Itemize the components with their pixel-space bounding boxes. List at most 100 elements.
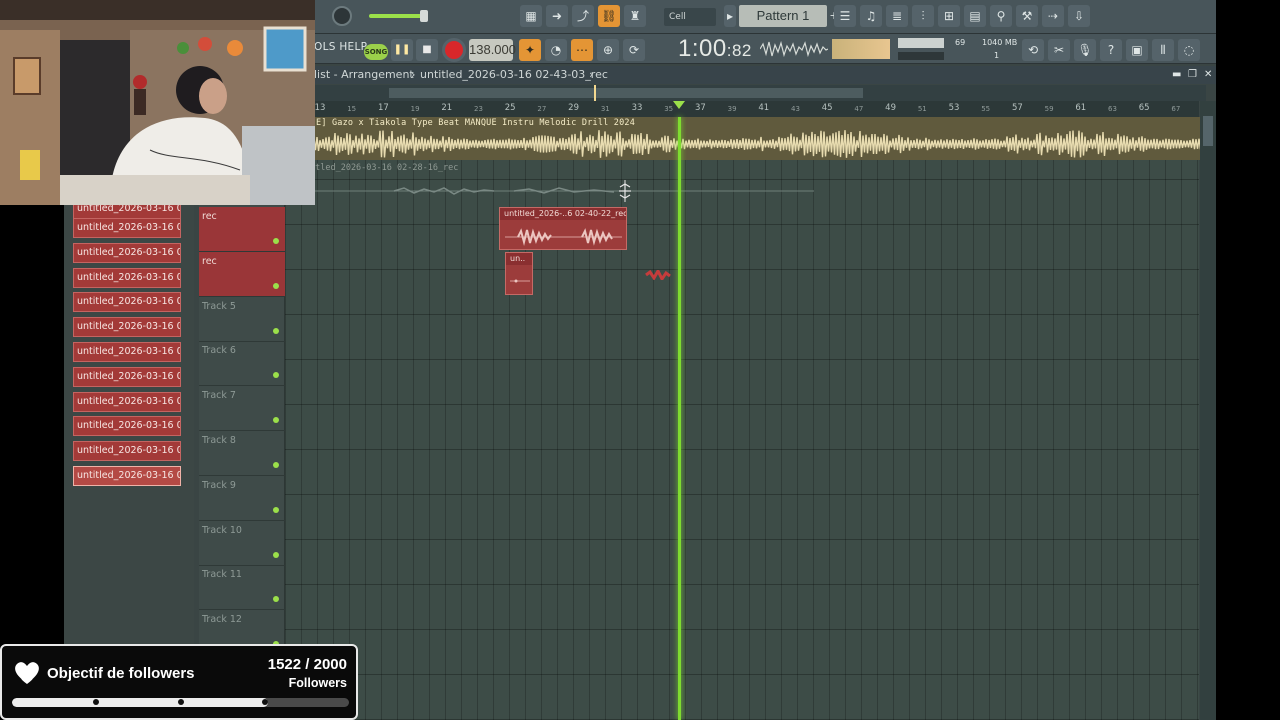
follower-goal-widget: Objectif de followers 1522 / 2000 Follow…: [0, 644, 358, 720]
channel-rack-icon[interactable]: ≣: [886, 5, 908, 27]
breadcrumb-project[interactable]: untitled_2026-03-16 02-43-03_rec: [420, 66, 608, 84]
browser-icon[interactable]: ⊞: [938, 5, 960, 27]
track-header[interactable]: Track 6: [199, 341, 285, 387]
recording-clip-1[interactable]: untitled_2026-..6 02-40-22_rec: [499, 207, 627, 250]
track-header[interactable]: rec: [199, 251, 285, 297]
track-mute-led[interactable]: [273, 506, 279, 513]
metronome-icon[interactable]: ♜: [624, 5, 646, 27]
overview-thumb[interactable]: [389, 88, 863, 98]
track-mute-led[interactable]: [273, 462, 279, 468]
tempo-display[interactable]: 138.000: [469, 39, 516, 61]
project-icon[interactable]: ▤: [964, 5, 986, 27]
clip-source-item[interactable]: untitled_2026-03-16 02..: [73, 466, 181, 486]
clip-source-item[interactable]: untitled_2026-03-16 02..: [73, 441, 181, 462]
track-mute-led[interactable]: [273, 372, 279, 379]
step-edit-icon[interactable]: ⋯: [571, 39, 593, 61]
vertical-scrollbar-thumb[interactable]: [1203, 116, 1213, 146]
ruler-tick: 15: [347, 105, 357, 113]
clip-source-item[interactable]: untitled_2026-03-16 02..: [73, 218, 181, 238]
playlist-grid[interactable]: [285, 117, 1199, 720]
ruler-tick: 65: [1138, 103, 1150, 113]
breadcrumb-separator: ›: [411, 68, 416, 81]
recording-clip-1-label: untitled_2026-..6 02-40-22_rec: [500, 208, 626, 220]
tools-icon[interactable]: ⚒: [1016, 5, 1038, 27]
master-volume-slider[interactable]: [369, 14, 425, 18]
polyphony-value: 1: [994, 51, 1000, 60]
snap-selector[interactable]: Cell: [664, 8, 716, 26]
song-position-display[interactable]: 1:00:82: [678, 35, 752, 63]
minimize-icon[interactable]: ▬: [1172, 66, 1181, 84]
audio-clip-beat-waveform: [314, 130, 1200, 158]
export-icon[interactable]: ⇢: [1042, 5, 1064, 27]
refresh-icon[interactable]: ⟲: [1022, 39, 1044, 61]
plugin-icon[interactable]: ⚲: [990, 5, 1012, 27]
cut-icon[interactable]: ✂: [1048, 39, 1070, 61]
save-icon[interactable]: ▣: [1126, 39, 1148, 61]
ruler-tick: 55: [981, 105, 991, 113]
record-icon[interactable]: [442, 38, 466, 62]
track-header[interactable]: Track 8: [199, 431, 285, 476]
track-mute-led[interactable]: [273, 238, 279, 244]
clip-source-item[interactable]: untitled_2026-03-16 02..: [73, 366, 181, 387]
clip-source-item[interactable]: untitled_2026-03-16 02..: [73, 242, 181, 263]
track-header[interactable]: Track 10: [199, 521, 285, 566]
download-icon[interactable]: ⇩: [1068, 5, 1090, 27]
master-pitch-knob[interactable]: [332, 6, 352, 26]
clip-source-item[interactable]: untitled_2026-03-16 02..: [73, 416, 181, 437]
ruler-tick: 41: [758, 103, 770, 113]
track-mute-led[interactable]: [273, 282, 279, 289]
track-name: Track 6: [202, 345, 236, 357]
track-mute-led[interactable]: [273, 327, 279, 334]
clip-source-item[interactable]: untitled_2026-03-16 02..: [73, 391, 181, 412]
clip-source-item[interactable]: untitled_2026-03-16 02..: [73, 317, 181, 338]
typing-keyboard-icon[interactable]: ✦: [519, 39, 541, 61]
mixer-small-icon[interactable]: ⫴: [1152, 39, 1174, 61]
playhead-line[interactable]: [678, 117, 681, 720]
mixer-icon[interactable]: ⫶: [912, 5, 934, 27]
stop-icon[interactable]: ■: [416, 39, 438, 61]
menu-bar[interactable]: OLS HELP: [314, 41, 367, 53]
track-mute-led[interactable]: [273, 551, 279, 558]
step-icon[interactable]: ⤴: [572, 5, 594, 27]
countdown-icon[interactable]: ◔: [545, 39, 567, 61]
playlist-icon[interactable]: ☰: [834, 5, 856, 27]
pattern-selector[interactable]: Pattern 1: [739, 5, 827, 27]
arrow-right-icon[interactable]: ➜: [546, 5, 568, 27]
track-mute-led[interactable]: [273, 417, 279, 424]
piano-roll-icon[interactable]: ▦: [520, 5, 542, 27]
cpu-meter: [832, 39, 890, 59]
chat-icon[interactable]: ◌: [1178, 39, 1200, 61]
track-header[interactable]: Track 9: [199, 476, 285, 521]
play-pause-icon[interactable]: ❚❚: [391, 39, 413, 61]
blend-icon[interactable]: ⊕: [597, 39, 619, 61]
pattern-prev-icon[interactable]: ▸: [724, 5, 736, 27]
cpu-value: 69: [955, 38, 966, 47]
loop-record-icon[interactable]: ⟳: [623, 39, 645, 61]
piano-roll-view-icon[interactable]: ♫: [860, 5, 882, 27]
recording-clip-2[interactable]: un..: [505, 252, 533, 295]
ruler-tick: 53: [948, 103, 960, 113]
playhead-marker[interactable]: [673, 101, 685, 109]
microphone-icon[interactable]: 🎙: [1074, 39, 1096, 61]
track-header[interactable]: Track 5: [199, 297, 285, 342]
track-header[interactable]: Track 7: [199, 386, 285, 432]
breadcrumb-window[interactable]: list - Arrangement: [314, 66, 414, 84]
master-volume-handle[interactable]: [420, 10, 428, 22]
track-header[interactable]: Track 11: [199, 565, 285, 611]
heart-hands-icon: [14, 662, 40, 684]
maximize-icon[interactable]: ❐: [1188, 66, 1197, 84]
track-header[interactable]: rec: [199, 207, 285, 252]
ruler-tick: 43: [791, 105, 800, 113]
goal-unit: Followers: [288, 676, 347, 690]
track-mute-led[interactable]: [273, 596, 279, 603]
help-icon[interactable]: ?: [1100, 39, 1122, 61]
timeline-ruler[interactable]: 13 15 17 19 21 23 25 27 29 31 33 35 37 39 41 43 45 47 49 51…: [314, 101, 1199, 117]
clip-source-item[interactable]: untitled_2026-03-16 02..: [73, 292, 181, 313]
link-icon[interactable]: ⛓: [598, 5, 620, 27]
song-mode-toggle[interactable]: SONG: [364, 44, 388, 60]
arrangement-overview-scrollbar[interactable]: [314, 85, 1206, 101]
clip-source-item[interactable]: untitled_2026-03-16 02..: [73, 342, 181, 362]
clip-source-item[interactable]: untitled_2026-03-16 02..: [73, 267, 181, 288]
vertical-scrollbar[interactable]: [1200, 101, 1216, 720]
close-icon[interactable]: ✕: [1204, 66, 1212, 84]
